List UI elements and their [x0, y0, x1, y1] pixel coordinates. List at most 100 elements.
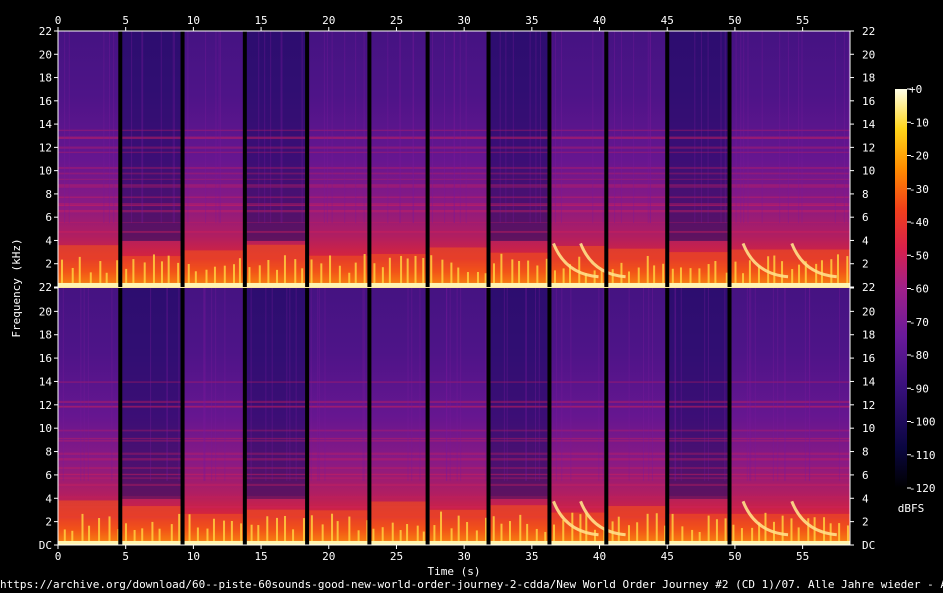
segment-separator — [604, 31, 609, 287]
transient-streak — [204, 288, 206, 481]
note-onset — [108, 516, 111, 545]
note-onset — [441, 259, 444, 287]
transient-streak — [301, 31, 303, 223]
x-tick-label-bottom: 25 — [390, 550, 403, 563]
colorbar-tick-label: -10 — [909, 116, 929, 129]
transient-streak — [224, 288, 226, 481]
transient-streak — [173, 31, 175, 223]
transient-streak — [743, 31, 745, 223]
note-onset — [492, 516, 495, 545]
note-onset — [781, 515, 784, 545]
note-onset — [276, 517, 279, 545]
transient-streak — [503, 288, 505, 481]
quiet-segment — [244, 31, 308, 241]
transient-streak — [777, 288, 779, 481]
x-tick-label-top: 45 — [661, 14, 674, 27]
transient-streak — [560, 31, 562, 223]
channel-1 — [58, 31, 850, 287]
transient-streak — [281, 31, 283, 223]
transient-streak — [525, 288, 527, 481]
transient-streak — [620, 31, 622, 223]
note-onset — [585, 513, 588, 545]
y-tick-label-right: 14 — [862, 375, 876, 388]
transient-streak — [838, 288, 840, 481]
x-tick-label-top: 0 — [55, 14, 62, 27]
colorbar: +0 -10 -20 -30 -40 -50 -60 -70 -80 -90 -100 -110 -12… — [895, 83, 936, 515]
y-tick-label-left: 16 — [39, 95, 52, 108]
low-frequency-energy — [244, 509, 308, 545]
transient-streak — [203, 288, 205, 481]
transient-streak — [499, 31, 501, 223]
note-onset — [414, 255, 417, 287]
y-tick-label-right: 22 — [862, 281, 875, 294]
x-tick-label-bottom: 50 — [728, 550, 741, 563]
transient-streak — [323, 31, 325, 223]
colorbar-tick-label: -60 — [909, 283, 929, 296]
note-onset — [310, 259, 313, 287]
note-onset — [519, 514, 522, 545]
transient-streak — [64, 31, 66, 223]
transient-streak — [295, 288, 297, 481]
transient-streak — [843, 31, 845, 223]
transient-streak — [205, 31, 207, 223]
transient-streak — [534, 288, 536, 481]
x-axis-label: Time (s) — [428, 565, 481, 578]
transient-streak — [150, 288, 152, 481]
transient-streak — [286, 288, 288, 481]
transient-streak — [363, 288, 365, 481]
transient-streak — [331, 31, 333, 223]
transient-streak — [62, 288, 64, 481]
low-frequency-energy — [667, 513, 730, 545]
y-tick-label-right: 20 — [862, 305, 875, 318]
y-tick-label-left: 12 — [39, 399, 52, 412]
note-onset — [500, 253, 503, 287]
note-onset — [238, 258, 241, 287]
transient-streak — [754, 288, 756, 481]
transient-streak — [561, 288, 563, 481]
transient-streak — [280, 31, 282, 223]
y-tick-label-right: 6 — [862, 211, 869, 224]
y-tick-label-right: 10 — [862, 422, 875, 435]
note-onset — [310, 515, 313, 545]
y-tick-label-right: 22 — [862, 25, 875, 38]
transient-streak — [598, 288, 600, 481]
transient-streak — [512, 31, 514, 223]
note-onset — [388, 257, 391, 287]
low-frequency-energy — [729, 513, 850, 545]
segment-separator — [486, 31, 491, 287]
transient-streak — [801, 31, 803, 223]
x-tick-label-bottom: 45 — [661, 550, 674, 563]
y-tick-label-left: 8 — [45, 446, 52, 459]
transient-streak — [642, 288, 644, 481]
channel-2 — [58, 288, 850, 545]
transient-streak — [444, 31, 446, 223]
transient-streak — [103, 31, 105, 223]
y-tick-label-right: 18 — [862, 329, 875, 342]
transient-streak — [218, 31, 220, 223]
transient-streak — [674, 288, 676, 481]
y-tick-label-left: 20 — [39, 305, 52, 318]
y-tick-label-right: 14 — [862, 118, 876, 131]
segment-separator — [118, 288, 123, 545]
note-onset — [846, 256, 849, 287]
note-onset — [724, 518, 727, 545]
transient-streak — [178, 288, 180, 481]
transient-streak — [270, 31, 272, 223]
transient-streak — [219, 31, 221, 223]
y-tick-label-left: 8 — [45, 188, 52, 201]
transient-streak — [649, 31, 651, 223]
x-tick-label-bottom: 35 — [525, 550, 538, 563]
transient-streak — [834, 31, 836, 223]
transient-streak — [694, 31, 696, 223]
transient-streak — [459, 31, 461, 223]
transient-streak — [700, 31, 702, 223]
note-onset — [283, 255, 286, 287]
transient-streak — [804, 288, 806, 481]
y-tick-label-right: 8 — [862, 446, 869, 459]
note-onset — [152, 254, 155, 287]
transient-streak — [160, 31, 162, 223]
segment-separator — [367, 31, 372, 287]
x-tick-label-bottom: 0 — [55, 550, 62, 563]
transient-streak — [608, 288, 610, 481]
transient-streak — [735, 31, 737, 223]
